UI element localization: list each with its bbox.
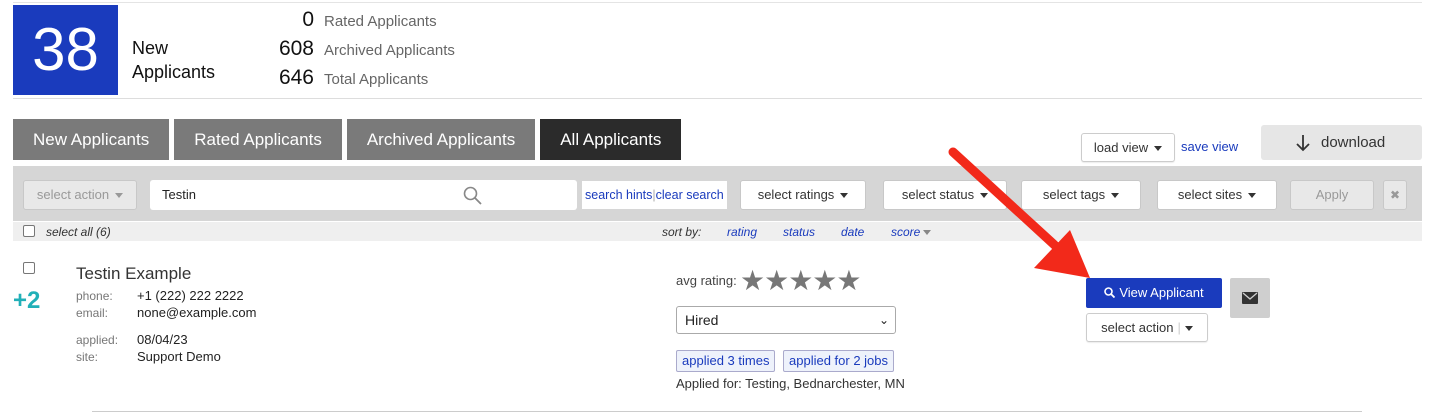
annotation-arrow bbox=[948, 147, 1090, 278]
